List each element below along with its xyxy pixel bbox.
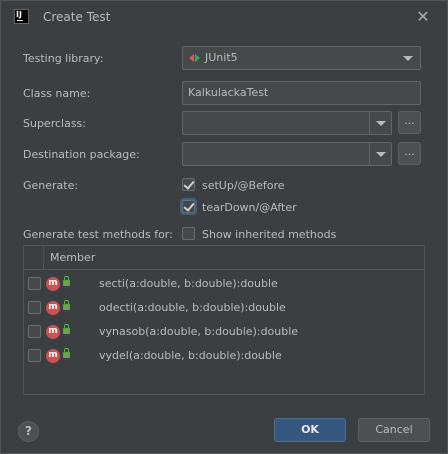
table-row[interactable]: m odecti(a:double, b:double):double xyxy=(24,296,424,320)
cancel-button[interactable]: Cancel xyxy=(358,418,430,442)
teardown-label: tearDown/@After xyxy=(202,201,297,214)
show-inherited-label: Show inherited methods xyxy=(202,228,337,241)
row-checkbox[interactable] xyxy=(28,277,41,290)
teardown-checkbox[interactable] xyxy=(182,200,195,213)
lock-icon xyxy=(63,300,70,310)
table-header: Member xyxy=(24,246,424,270)
setup-label: setUp/@Before xyxy=(202,179,285,192)
destination-package-browse-button[interactable]: ... xyxy=(398,142,421,165)
lock-icon xyxy=(63,276,70,286)
superclass-label: Superclass: xyxy=(23,117,86,130)
row-checkbox[interactable] xyxy=(28,349,41,362)
method-icon: m xyxy=(46,349,60,363)
method-signature: vynasob(a:double, b:double):double xyxy=(99,325,299,338)
ok-button[interactable]: OK xyxy=(274,418,346,442)
class-name-input[interactable]: KalkulackaTest xyxy=(182,81,421,105)
testing-library-select[interactable]: JUnit5 xyxy=(182,46,421,70)
destination-package-label: Destination package: xyxy=(23,148,140,161)
lock-icon xyxy=(63,348,70,358)
intellij-app-icon xyxy=(14,9,29,24)
member-column-header[interactable]: Member xyxy=(50,251,95,264)
method-icon: m xyxy=(46,325,60,339)
window-title: Create Test xyxy=(43,10,111,24)
chevron-down-icon[interactable] xyxy=(369,112,391,134)
table-row[interactable]: m secti(a:double, b:double):double xyxy=(24,272,424,296)
superclass-browse-button[interactable]: ... xyxy=(398,111,421,134)
lock-icon xyxy=(63,324,70,334)
testing-library-label: Testing library: xyxy=(23,52,104,65)
generate-methods-label: Generate test methods for: xyxy=(23,228,173,241)
table-row[interactable]: m vydel(a:double, b:double):double xyxy=(24,344,424,368)
method-signature: odecti(a:double, b:double):double xyxy=(99,301,286,314)
header-divider xyxy=(43,246,44,270)
superclass-combo[interactable] xyxy=(182,111,392,135)
setup-checkbox[interactable] xyxy=(182,178,195,191)
class-name-label: Class name: xyxy=(23,87,91,100)
show-inherited-checkbox[interactable] xyxy=(182,227,195,240)
row-checkbox[interactable] xyxy=(28,301,41,314)
method-signature: secti(a:double, b:double):double xyxy=(99,277,278,290)
close-icon[interactable]: ✕ xyxy=(413,7,433,27)
member-table: Member m secti(a:double, b:double):doubl… xyxy=(23,245,425,395)
help-button[interactable]: ? xyxy=(18,421,39,442)
method-icon: m xyxy=(46,301,60,315)
method-icon: m xyxy=(46,277,60,291)
junit-icon xyxy=(189,52,201,64)
generate-label: Generate: xyxy=(23,179,79,192)
method-signature: vydel(a:double, b:double):double xyxy=(99,349,282,362)
title-bar: Create Test ✕ xyxy=(1,1,447,32)
testing-library-value: JUnit5 xyxy=(205,51,238,64)
chevron-down-icon[interactable] xyxy=(369,143,391,165)
table-row[interactable]: m vynasob(a:double, b:double):double xyxy=(24,320,424,344)
destination-package-combo[interactable] xyxy=(182,142,392,166)
row-checkbox[interactable] xyxy=(28,325,41,338)
